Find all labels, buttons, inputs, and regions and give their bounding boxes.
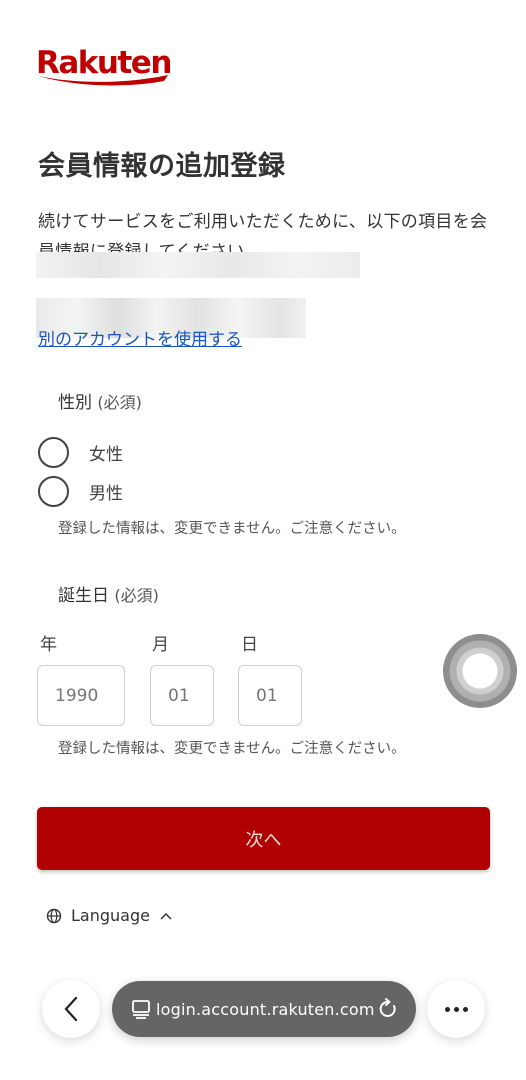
day-label: 日 [241, 635, 258, 655]
reload-icon[interactable] [376, 997, 400, 1021]
year-label: 年 [40, 635, 57, 655]
logo-swoosh-icon [38, 75, 168, 86]
next-button[interactable]: 次へ [37, 807, 490, 870]
globe-icon [46, 908, 62, 923]
birth-year-input[interactable] [37, 665, 125, 726]
gender-note: 登録した情報は、変更できません。ご注意ください。 [58, 521, 406, 537]
more-dot-icon [444, 1006, 450, 1012]
required-marker: (必須) [114, 586, 159, 605]
gender-label: 性別 (必須) [58, 393, 142, 413]
radio-label: 男性 [89, 484, 123, 504]
radio-label: 女性 [89, 445, 123, 465]
birthday-label: 誕生日 (必須) [58, 586, 159, 606]
gender-radio-female[interactable]: 女性 [38, 437, 123, 468]
required-marker: (必須) [97, 393, 142, 412]
chevron-up-icon [160, 912, 172, 920]
gender-radio-male[interactable]: 男性 [38, 476, 123, 507]
redacted-account-info [36, 252, 360, 278]
birth-day-input[interactable] [238, 665, 302, 726]
birthday-note: 登録した情報は、変更できません。ご注意ください。 [58, 741, 406, 757]
switch-account-link[interactable]: 別のアカウントを使用する [38, 330, 242, 356]
more-dot-icon [462, 1006, 468, 1012]
chevron-left-icon [64, 996, 78, 1022]
birth-month-input[interactable] [150, 665, 214, 726]
month-label: 月 [152, 635, 169, 655]
tab-overview-icon[interactable] [130, 998, 152, 1020]
address-bar[interactable]: login.account.rakuten.com [112, 981, 416, 1037]
more-options-button[interactable] [427, 980, 485, 1038]
radio-circle-icon[interactable] [38, 437, 69, 468]
radio-circle-icon[interactable] [38, 476, 69, 507]
language-label: Language [71, 906, 150, 925]
more-dot-icon [453, 1006, 459, 1012]
rakuten-logo: Rakuten [36, 44, 172, 88]
url-text: login.account.rakuten.com [156, 999, 375, 1019]
back-button[interactable] [42, 980, 100, 1038]
language-selector[interactable]: Language [46, 906, 173, 925]
floating-assistive-button[interactable] [443, 634, 517, 708]
page-title: 会員情報の追加登録 [38, 151, 286, 182]
